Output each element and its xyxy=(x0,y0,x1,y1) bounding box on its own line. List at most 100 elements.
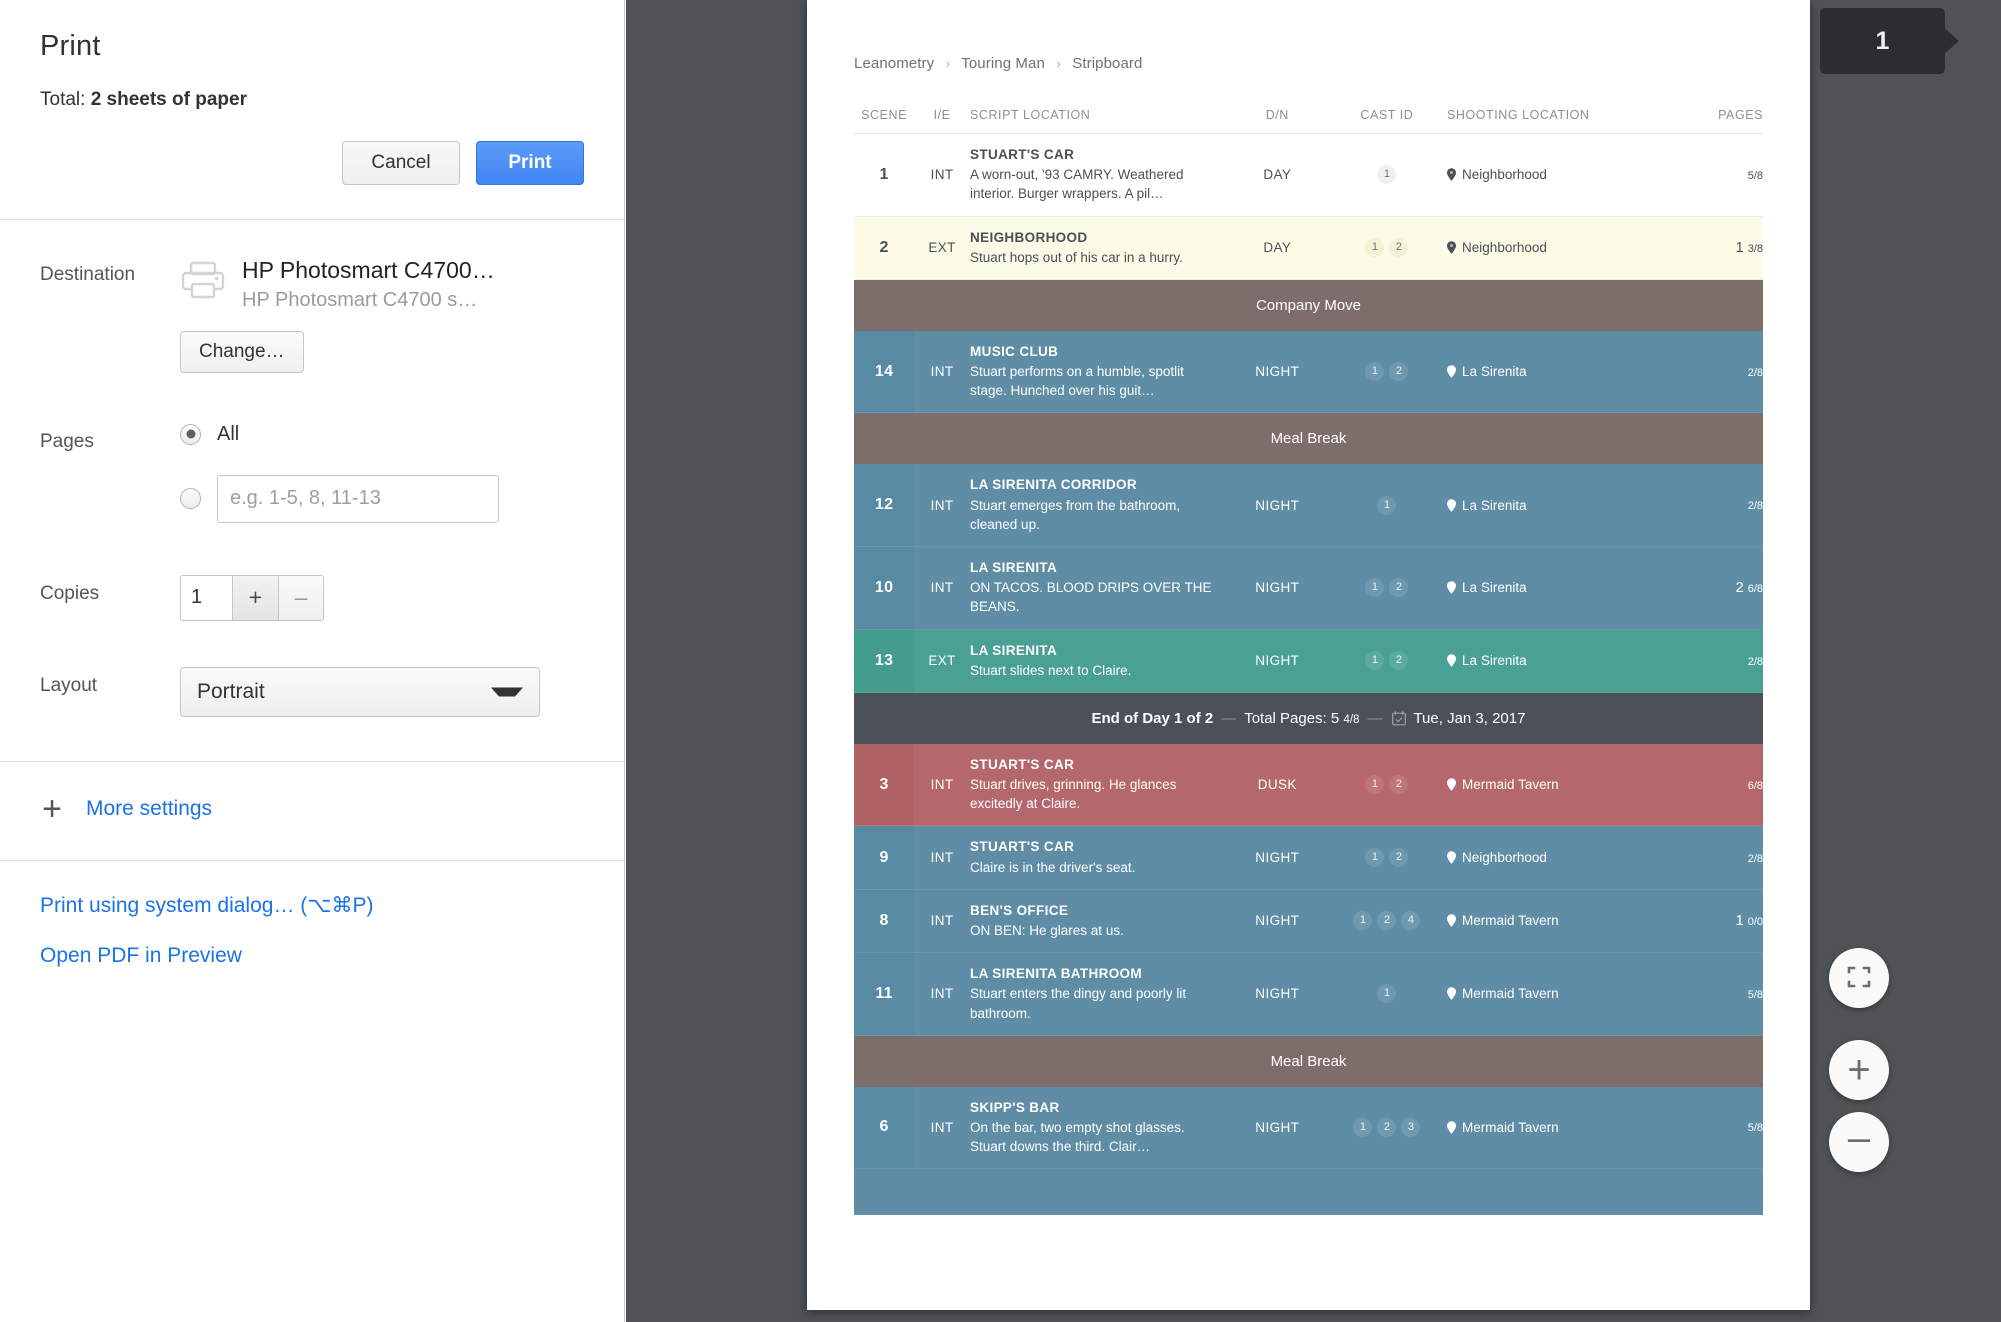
cell-cast-id: 1 xyxy=(1327,464,1447,546)
column-header-pages: PAGES xyxy=(1672,98,1763,134)
cell-pages: 1 0/0 xyxy=(1735,912,1763,929)
fit-to-page-icon xyxy=(1846,964,1872,993)
script-location-description: Claire is in the driver's seat. xyxy=(970,859,1136,875)
plus-icon: + xyxy=(1847,1048,1871,1092)
script-location-title: STUART'S CAR xyxy=(970,147,1075,162)
cell-scene: 11 xyxy=(854,952,915,1036)
print-dialog: Print Total: 2 sheets of paper Cancel Pr… xyxy=(0,0,625,1322)
cast-id-badge: 1 xyxy=(1377,165,1397,185)
script-location-title: NEIGHBORHOOD xyxy=(970,229,1088,245)
cell-shooting-location: La Sirenita xyxy=(1447,331,1673,413)
print-system-dialog-link[interactable]: Print using system dialog… (⌥⌘P) xyxy=(40,893,584,944)
more-settings-toggle[interactable]: + More settings xyxy=(0,762,624,860)
copies-increase-button[interactable]: + xyxy=(232,574,278,621)
copies-decrease-button[interactable]: – xyxy=(278,574,324,621)
layout-row: Layout Portrait xyxy=(0,621,624,717)
location-pin-icon xyxy=(1447,913,1462,928)
cell-cast-id: 123 xyxy=(1327,1087,1447,1169)
total-prefix: Total: xyxy=(40,89,91,110)
cast-id-badge: 1 xyxy=(1365,578,1385,598)
pages-range-input[interactable] xyxy=(217,474,499,523)
cancel-button[interactable]: Cancel xyxy=(342,141,460,185)
layout-label: Layout xyxy=(40,674,98,696)
cell-shooting-location: La Sirenita xyxy=(1447,464,1673,546)
cell-day-night: NIGHT xyxy=(1255,913,1300,929)
cell-scene: 10 xyxy=(854,546,915,629)
pages-all-radio[interactable] xyxy=(180,423,201,445)
layout-select[interactable]: Portrait xyxy=(180,666,540,717)
pages-range-radio[interactable] xyxy=(180,488,201,509)
pages-row: Pages All xyxy=(0,373,624,523)
cell-shooting-location: La Sirenita xyxy=(1447,629,1673,692)
cell-scene: 1 xyxy=(879,165,889,183)
cell-script-location: LA SIRENITA CORRIDOR Stuart emerges from … xyxy=(970,464,1228,546)
print-button[interactable]: Print xyxy=(476,141,584,185)
cell-day-night: DUSK xyxy=(1257,777,1297,793)
cell-ie: EXT xyxy=(928,653,956,669)
cell-pages: 2/8 xyxy=(1747,500,1763,513)
banner-label: Meal Break xyxy=(854,412,1763,465)
cell-script-location: STUART'S CAR Stuart drives, grinning. He … xyxy=(970,744,1228,826)
banner-row-break: Company Move xyxy=(854,279,1763,331)
location-pin-icon xyxy=(1447,777,1462,792)
banner-label: Meal Break xyxy=(854,1035,1763,1087)
end-of-day-date: Tue, Jan 3, 2017 xyxy=(1413,709,1526,727)
change-destination-button[interactable]: Change… xyxy=(180,330,304,373)
script-location-title: BEN'S OFFICE xyxy=(970,902,1069,918)
total-value: 2 sheets of paper xyxy=(90,89,247,110)
destination-name: HP Photosmart C4700… xyxy=(242,256,495,283)
breadcrumb-separator-icon: › xyxy=(1056,55,1061,71)
copies-label: Copies xyxy=(40,582,100,604)
column-header-cast-id: CAST ID xyxy=(1326,98,1448,134)
dialog-actions: Cancel Print xyxy=(0,111,624,219)
zoom-out-button[interactable]: – xyxy=(1829,1112,1889,1172)
breadcrumb-item-section: Stripboard xyxy=(1072,55,1143,72)
cell-pages: 5/8 xyxy=(1747,1122,1763,1135)
cell-day-night: NIGHT xyxy=(1255,653,1300,669)
location-pin-icon xyxy=(1447,850,1462,865)
table-row: 13 EXT LA SIRENITA Stuart slides next to Cl… xyxy=(854,629,1763,693)
copies-stepper: + – xyxy=(180,574,584,621)
cell-shooting-location: Mermaid Tavern xyxy=(1447,889,1673,952)
cell-day-night: DAY xyxy=(1263,167,1292,183)
cell-day-night: NIGHT xyxy=(1255,497,1300,513)
banner-row-break: Meal Break xyxy=(854,1035,1763,1087)
cell-ie: INT xyxy=(930,1119,954,1135)
cast-id-badge: 2 xyxy=(1389,651,1409,671)
cell-ie: INT xyxy=(930,364,954,380)
cast-id-badge: 4 xyxy=(1401,911,1421,931)
script-location-description: Stuart slides next to Claire. xyxy=(970,662,1132,678)
copies-input[interactable] xyxy=(180,574,232,621)
zoom-in-button[interactable]: + xyxy=(1829,1040,1889,1100)
stripboard-body: 1 INT STUART'S CAR A worn-out, '93 CAMRY. W… xyxy=(854,133,1763,1215)
table-row: 10 INT LA SIRENITA ON TACOS. BLOOD DRIPS OV… xyxy=(854,546,1763,629)
cell-ie: INT xyxy=(930,986,954,1002)
cell-day-night: NIGHT xyxy=(1255,580,1300,596)
cell-day-night: NIGHT xyxy=(1255,986,1300,1002)
cell-shooting-location: Mermaid Tavern xyxy=(1447,1087,1673,1169)
cell-day-night: DAY xyxy=(1263,240,1292,256)
fit-to-page-button[interactable] xyxy=(1829,948,1889,1008)
cast-id-badge: 2 xyxy=(1389,775,1409,795)
column-header-script-location: SCRIPT LOCATION xyxy=(970,98,1228,134)
calendar-icon xyxy=(1390,710,1413,727)
location-pin-icon xyxy=(1447,167,1462,182)
cast-id-badge: 1 xyxy=(1365,651,1385,671)
location-pin-icon xyxy=(1447,498,1462,513)
script-location-description: On the bar, two empty shot glasses. Stua… xyxy=(970,1119,1185,1155)
cell-shooting-location: Mermaid Tavern xyxy=(1447,953,1673,1036)
cell-script-location: NEIGHBORHOOD Stuart hops out of his car i… xyxy=(970,216,1228,279)
destination-row: Destination HP Photosmart C4700… HP Phot… xyxy=(0,220,624,373)
end-of-day-title: End of Day 1 of 2 xyxy=(1091,709,1214,727)
script-location-title: LA SIRENITA BATHROOM xyxy=(970,966,1143,982)
open-pdf-preview-link[interactable]: Open PDF in Preview xyxy=(40,944,584,994)
cast-id-badge: 2 xyxy=(1377,1117,1397,1137)
pages-range-option[interactable] xyxy=(180,474,584,523)
table-row: 9 INT STUART'S CAR Claire is in the driver'… xyxy=(854,825,1763,890)
cast-id-badge: 1 xyxy=(1365,362,1385,382)
pages-all-option[interactable]: All xyxy=(180,423,584,446)
cell-shooting-location: Neighborhood xyxy=(1447,826,1673,889)
preview-page-sheet: Leanometry › Touring Man › Stripboard SC… xyxy=(807,0,1810,1310)
cell-shooting-location: La Sirenita xyxy=(1447,546,1673,629)
cell-scene: 9 xyxy=(854,825,915,890)
